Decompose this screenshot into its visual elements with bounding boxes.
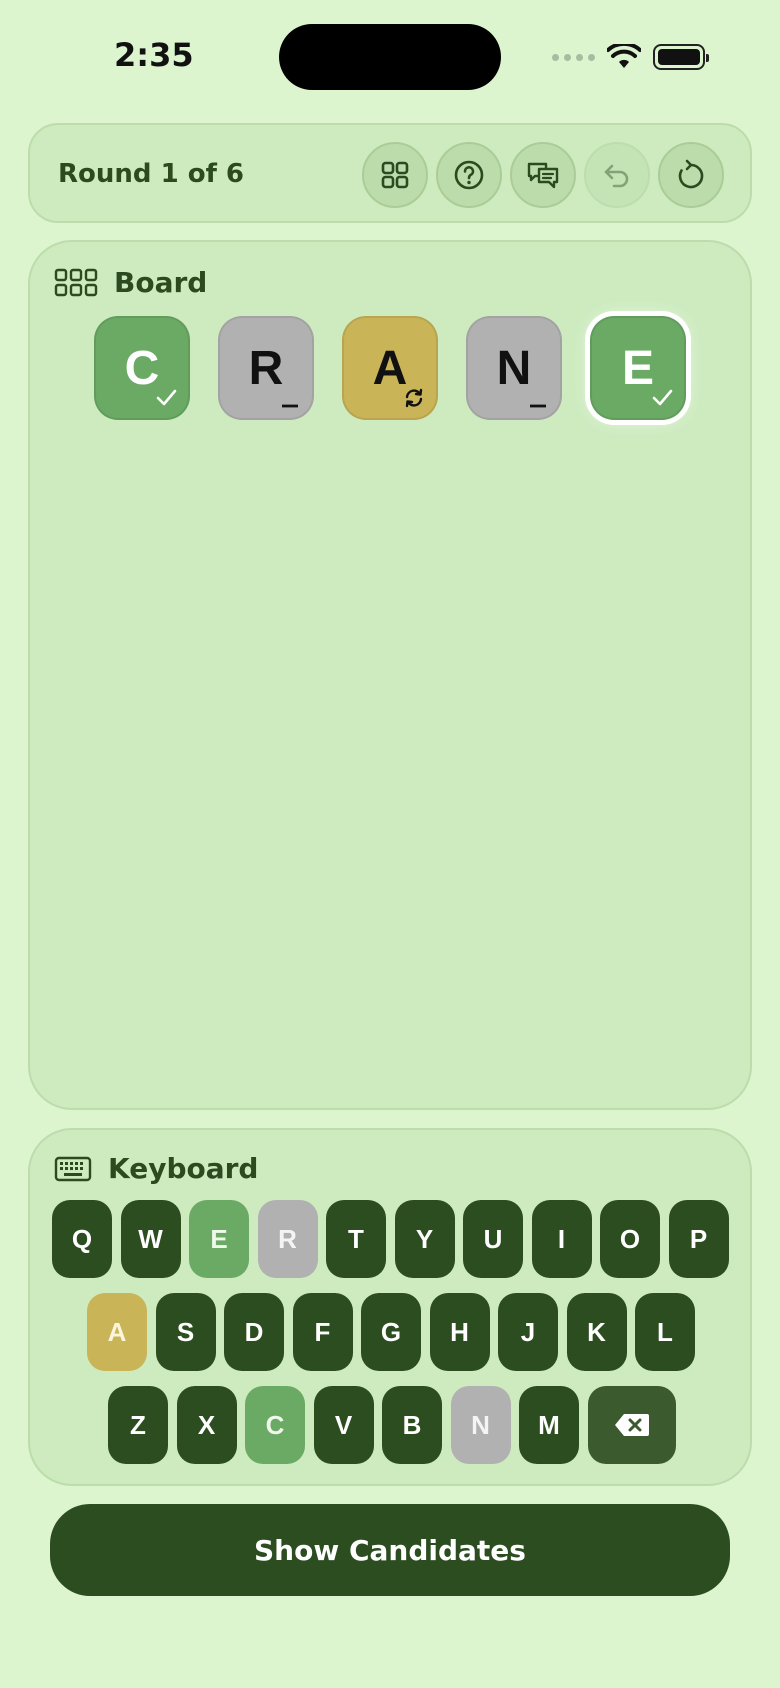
tile-2[interactable]: R xyxy=(218,316,314,420)
keyboard-row-1: Q W E R T Y U I O P xyxy=(52,1200,729,1278)
key-z[interactable]: Z xyxy=(108,1386,168,1464)
show-candidates-button[interactable]: Show Candidates xyxy=(50,1504,730,1596)
key-e[interactable]: E xyxy=(189,1200,249,1278)
key-d[interactable]: D xyxy=(224,1293,284,1371)
tile-4[interactable]: N xyxy=(466,316,562,420)
key-k[interactable]: K xyxy=(566,1293,627,1371)
key-x[interactable]: X xyxy=(176,1386,237,1464)
battery-icon xyxy=(653,44,709,70)
backspace-key[interactable] xyxy=(587,1386,676,1464)
keyboard-title: Keyboard xyxy=(108,1152,259,1185)
key-v[interactable]: V xyxy=(313,1386,374,1464)
key-r[interactable]: R xyxy=(257,1200,318,1278)
cellular-signal-icon xyxy=(552,53,595,61)
check-icon xyxy=(156,389,177,406)
key-s[interactable]: S xyxy=(155,1293,216,1371)
key-f[interactable]: F xyxy=(292,1293,353,1371)
keyboard-icon xyxy=(54,1156,92,1181)
backspace-icon xyxy=(614,1414,649,1436)
key-g[interactable]: G xyxy=(361,1293,421,1371)
check-icon xyxy=(652,389,673,406)
undo-icon xyxy=(604,164,629,188)
dynamic-island xyxy=(279,24,501,90)
grid-icon xyxy=(381,161,409,189)
tile-3[interactable]: A xyxy=(342,316,438,420)
tile-5-selected[interactable]: E xyxy=(590,316,686,420)
key-w[interactable]: W xyxy=(120,1200,181,1278)
reset-button[interactable] xyxy=(658,142,724,208)
keyboard-header: Keyboard xyxy=(54,1152,258,1185)
feedback-button[interactable] xyxy=(510,142,576,208)
board-header: Board xyxy=(54,266,207,299)
reset-icon xyxy=(678,159,704,189)
key-u[interactable]: U xyxy=(463,1200,523,1278)
key-p[interactable]: P xyxy=(668,1200,729,1278)
tile-row: C R A N E xyxy=(94,316,686,420)
key-o[interactable]: O xyxy=(600,1200,660,1278)
grid-3x2-icon xyxy=(54,268,98,296)
underscore-icon xyxy=(282,404,298,408)
key-l[interactable]: L xyxy=(635,1293,695,1371)
key-h[interactable]: H xyxy=(429,1293,490,1371)
chat-bubbles-icon xyxy=(527,162,559,189)
key-t[interactable]: T xyxy=(326,1200,386,1278)
key-m[interactable]: M xyxy=(519,1386,579,1464)
round-label: Round 1 of 6 xyxy=(58,159,245,189)
key-y[interactable]: Y xyxy=(394,1200,455,1278)
undo-button[interactable] xyxy=(584,142,650,208)
status-indicators xyxy=(552,42,709,72)
status-time: 2:35 xyxy=(114,36,194,74)
keyboard-row-2: A S D F G H J K L xyxy=(87,1293,695,1371)
board-title: Board xyxy=(114,266,208,299)
tile-1[interactable]: C xyxy=(94,316,190,420)
help-button[interactable] xyxy=(436,142,502,208)
wifi-icon xyxy=(607,44,641,68)
key-j[interactable]: J xyxy=(498,1293,558,1371)
key-q[interactable]: Q xyxy=(52,1200,112,1278)
grid-view-button[interactable] xyxy=(362,142,428,208)
key-n[interactable]: N xyxy=(450,1386,511,1464)
key-c[interactable]: C xyxy=(245,1386,305,1464)
key-a[interactable]: A xyxy=(87,1293,147,1371)
swap-icon xyxy=(405,388,423,408)
board-panel: Board C R A N E xyxy=(28,240,752,1110)
top-bar: Round 1 of 6 xyxy=(28,123,752,223)
underscore-icon xyxy=(530,404,546,408)
keyboard-row-3: Z X C V B N M xyxy=(108,1386,676,1464)
keyboard-panel: Keyboard Q W E R T Y U I O P A S D F G H… xyxy=(28,1128,752,1486)
question-icon xyxy=(454,160,484,190)
key-b[interactable]: B xyxy=(382,1386,442,1464)
key-i[interactable]: I xyxy=(531,1200,592,1278)
